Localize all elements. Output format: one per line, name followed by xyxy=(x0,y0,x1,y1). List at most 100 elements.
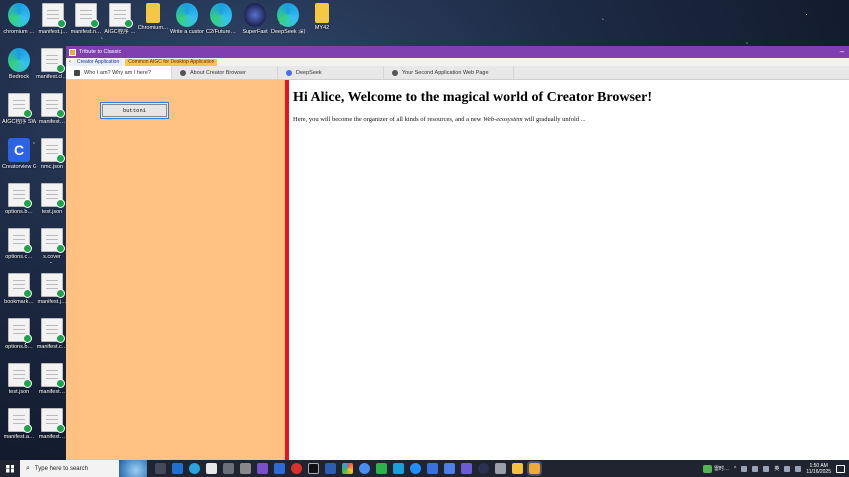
clock-time: 1:50 AM xyxy=(809,462,828,469)
desktop-icon[interactable]: manifest.cl… xyxy=(35,48,69,80)
taskbar-apps xyxy=(147,461,542,476)
desktop-icon[interactable]: manifest… xyxy=(35,408,69,440)
desktop-icon[interactable]: SuperFast xyxy=(238,3,272,35)
app-window: Tribute to Classic – ‹ Creator Applicati… xyxy=(66,46,849,460)
desktop-icon-label: bookmark… xyxy=(4,299,34,305)
store-icon[interactable] xyxy=(206,463,217,474)
desktop-icon[interactable]: manifest… xyxy=(35,93,69,125)
cloud-icon[interactable] xyxy=(752,465,759,472)
app-icon-navy[interactable] xyxy=(325,463,336,474)
desktop-icon[interactable]: options.b… xyxy=(2,318,36,350)
desktop-icon-label: AIGC程序 … xyxy=(104,29,136,35)
desktop-icon[interactable]: bookmark… xyxy=(2,273,36,305)
chevron-up-icon[interactable]: ^ xyxy=(734,466,736,472)
app-icon-doc[interactable] xyxy=(444,463,455,474)
file-icon xyxy=(8,363,32,388)
settings-icon[interactable] xyxy=(784,465,791,472)
desktop-icon[interactable]: Bedrock xyxy=(2,48,36,80)
sync-check-icon xyxy=(56,334,65,343)
app-icon-red[interactable] xyxy=(291,463,302,474)
app-icon-gray[interactable] xyxy=(223,463,234,474)
app-icon-swirl[interactable] xyxy=(410,463,421,474)
paragraph-emphasis: Web-ecosystem xyxy=(483,116,523,123)
desktop-icon[interactable]: AIGC程序 … xyxy=(103,3,137,35)
tab-deepseek[interactable]: DeepSeek xyxy=(278,66,384,79)
chrome-icon[interactable] xyxy=(359,463,370,474)
globe-icon xyxy=(180,69,186,76)
minimize-button[interactable]: – xyxy=(835,47,849,57)
paragraph-text-end: will gradually unfold ... xyxy=(522,116,586,123)
app-icon-shield[interactable] xyxy=(427,463,438,474)
tab-who-i-am[interactable]: Who I am? Why am I here? xyxy=(66,66,172,79)
task-view-icon[interactable] xyxy=(155,463,166,474)
desktop-icon[interactable]: manifest.c… xyxy=(35,318,69,350)
file-icon xyxy=(41,273,65,298)
notification-icon[interactable] xyxy=(836,464,845,473)
file-explorer-icon[interactable] xyxy=(512,463,523,474)
app-icon-box[interactable] xyxy=(240,463,251,474)
keyboard-icon[interactable] xyxy=(795,465,802,472)
desktop-icon[interactable]: test.json xyxy=(2,363,36,395)
desktop-icon[interactable]: s.cover xyxy=(35,228,69,260)
app-icon-dark[interactable] xyxy=(478,463,489,474)
desktop-icon[interactable]: manifest.n… xyxy=(69,3,103,35)
app-icon-blue[interactable] xyxy=(274,463,285,474)
visual-studio-icon[interactable] xyxy=(257,463,268,474)
desktop-icon[interactable]: manifest… xyxy=(35,363,69,395)
file-icon xyxy=(41,408,65,433)
ime-indicator[interactable]: 英 xyxy=(774,465,779,472)
left-pane: button1 xyxy=(66,80,285,460)
app-icon-purple[interactable] xyxy=(461,463,472,474)
app-icon-colorful[interactable] xyxy=(342,463,353,474)
sync-check-icon xyxy=(23,199,32,208)
app-icon xyxy=(8,48,30,72)
page-icon xyxy=(74,69,80,76)
desktop-icon[interactable]: manifest.j… xyxy=(35,273,69,305)
terminal-icon[interactable] xyxy=(308,463,319,474)
desktop-icon[interactable]: options.c… xyxy=(2,228,36,260)
app-icon-cloud[interactable] xyxy=(495,463,506,474)
network-icon[interactable] xyxy=(741,465,748,472)
desktop-icon[interactable]: options.b… xyxy=(2,183,36,215)
desktop-icon[interactable]: chromium … xyxy=(2,3,36,35)
weather-widget[interactable]: 雷时… xyxy=(702,464,729,473)
desktop-icon-label: AIGC程序 SW AIGC xyxy=(2,119,36,125)
file-icon xyxy=(8,408,32,433)
menu-common-aigc[interactable]: Common AIGC for Desktop Application xyxy=(125,58,218,66)
creator-browser-icon[interactable] xyxy=(527,461,542,476)
search-box[interactable]: ⌕ Type here to search xyxy=(20,460,147,477)
tab-second-application[interactable]: Your Second Application Web Page xyxy=(384,66,514,79)
app-icon-teal[interactable] xyxy=(393,463,404,474)
desktop-icon-label: MY42 xyxy=(314,25,330,31)
desktop-icon[interactable]: MY42 xyxy=(305,3,339,31)
menu-creator-application[interactable]: Creator Application xyxy=(74,58,123,66)
desktop-icon[interactable]: nmc.json xyxy=(35,138,69,170)
desktop-icon[interactable]: C2/Future… xyxy=(204,3,238,35)
desktop-icon[interactable]: manifest.a… xyxy=(2,408,36,440)
file-icon xyxy=(8,273,32,298)
desktop-icon[interactable]: C Creatorview Global xyxy=(2,138,36,170)
button1[interactable]: button1 xyxy=(100,102,169,119)
desktop-icon[interactable]: Chromium… xyxy=(136,3,170,31)
desktop-icon[interactable]: DeepSeek 深度思考 xyxy=(271,3,305,35)
desktop-icon[interactable]: Write a custom M… xyxy=(170,3,204,35)
desktop-icon[interactable]: AIGC程序 SW AIGC xyxy=(2,93,36,125)
sync-check-icon xyxy=(23,289,32,298)
clock[interactable]: 1:50 AM 11/16/2025 xyxy=(806,463,831,475)
desktop-icon-label: Write a custom M… xyxy=(170,29,204,35)
speaker-icon[interactable] xyxy=(763,465,770,472)
search-icon: ⌕ xyxy=(26,464,30,472)
menu-bar: ‹ Creator Application Common AIGC for De… xyxy=(66,58,849,66)
desktop-icon[interactable]: manifest.j… xyxy=(36,3,70,35)
tab-about-creator-browser[interactable]: About Creator Browser xyxy=(172,66,278,79)
outlook-icon[interactable] xyxy=(172,463,183,474)
edge-icon[interactable] xyxy=(189,463,200,474)
start-button[interactable] xyxy=(0,464,20,473)
file-icon xyxy=(75,3,99,28)
back-arrow-icon[interactable]: ‹ xyxy=(69,59,71,65)
wechat-icon[interactable] xyxy=(376,463,387,474)
sync-check-icon xyxy=(56,109,65,118)
desktop-icon-label: test.json xyxy=(41,209,63,215)
title-bar[interactable]: Tribute to Classic – xyxy=(66,46,849,58)
desktop-icon[interactable]: test.json xyxy=(35,183,69,215)
